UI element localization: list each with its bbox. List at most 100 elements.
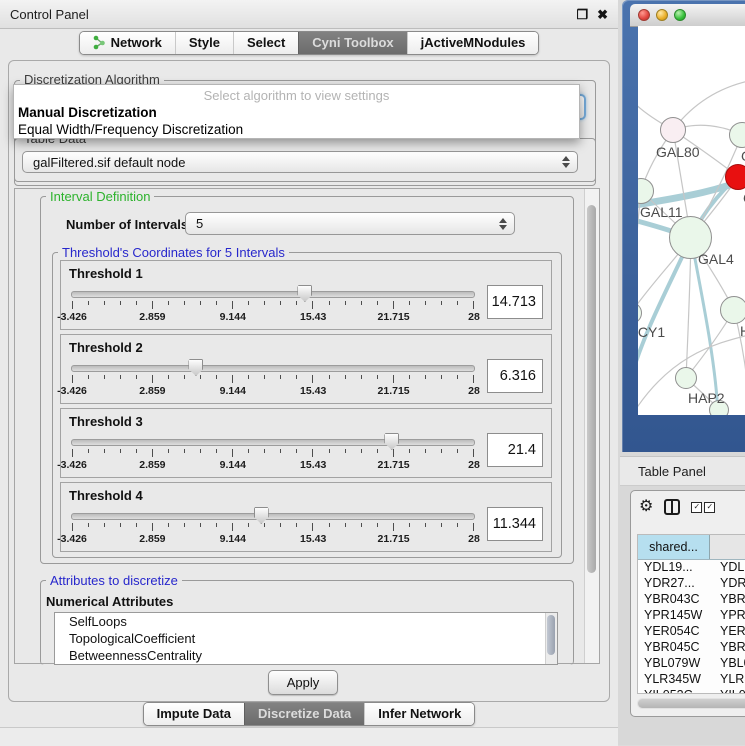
tab-infer-network-label: Infer Network: [378, 706, 461, 721]
threshold-row: Threshold 2 -3.426 2.859 9.144 15.43 21.…: [60, 334, 552, 404]
checkbox-checked-icon[interactable]: ✓: [704, 502, 715, 513]
table-row[interactable]: YBR045C YBR0: [638, 640, 745, 656]
slider-thumb[interactable]: [297, 285, 312, 302]
zoom-window-icon[interactable]: [674, 9, 686, 21]
tab-discretize-data[interactable]: Discretize Data: [244, 703, 364, 725]
slider-track[interactable]: [71, 365, 475, 372]
cell-shared-name: YIL052C: [638, 688, 710, 694]
split-columns-icon[interactable]: [664, 499, 680, 515]
slider-track[interactable]: [71, 513, 475, 520]
bottom-tab-bar: Impute Data Discretize Data Infer Networ…: [0, 702, 618, 726]
scale-tick-label: 9.144: [220, 385, 246, 397]
tab-jactivemnodules[interactable]: jActiveMNodules: [407, 32, 539, 54]
table-data-selected-value: galFiltered.sif default node: [33, 155, 185, 170]
list-item[interactable]: BetweennessCentrality: [55, 647, 557, 664]
numerical-attributes-list[interactable]: SelfLoops TopologicalCoefficient Between…: [54, 612, 558, 665]
threshold-value-field[interactable]: 11.344: [487, 507, 543, 541]
slider-track[interactable]: [71, 291, 475, 298]
close-window-icon[interactable]: [638, 9, 650, 21]
float-window-icon[interactable]: ❐: [576, 8, 588, 21]
scale-tick-label: 2.859: [139, 533, 165, 545]
slider-thumb[interactable]: [188, 359, 203, 376]
node-attribute-table[interactable]: shared... n YDL19... YDL1 YDR27... YDR2 …: [637, 534, 745, 694]
threshold-slider[interactable]: -3.426 2.859 9.144 15.43 21.715 28: [69, 431, 477, 475]
table-row[interactable]: YDR27... YDR2: [638, 576, 745, 592]
list-item[interactable]: SelfLoops: [55, 613, 557, 630]
column-checkboxes[interactable]: ✓ ✓: [691, 502, 715, 513]
node-label-partial-ga: GA: [741, 148, 745, 164]
cell-shared-name: YBR045C: [638, 640, 710, 656]
table-row[interactable]: YBL079W YBL0: [638, 656, 745, 672]
slider-track[interactable]: [71, 439, 475, 446]
threshold-value-field[interactable]: 14.713: [487, 285, 543, 319]
scrollbar-thumb[interactable]: [587, 205, 596, 573]
gear-icon[interactable]: ⚙: [639, 499, 653, 515]
node-label-partial-h: H: [740, 323, 745, 339]
scale-tick-label: 15.43: [300, 533, 326, 545]
scale-tick-label: 9.144: [220, 311, 246, 323]
scale-tick-label: 21.715: [378, 533, 410, 545]
table-panel: ⚙ ✓ ✓ shared... n YDL19... YDL1 YDR27...…: [630, 490, 745, 717]
cell-shared-name: YBR043C: [638, 592, 710, 608]
tab-select[interactable]: Select: [233, 32, 298, 54]
network-view-window[interactable]: GAL80 GAL11 GAL4 GCY1 HAP2 H GA C: [622, 0, 745, 452]
node-label-gal4: GAL4: [698, 251, 734, 267]
minimize-window-icon[interactable]: [656, 9, 668, 21]
threshold-slider[interactable]: -3.426 2.859 9.144 15.43 21.715 28: [69, 505, 477, 549]
scale-tick-label: 21.715: [378, 459, 410, 471]
slider-thumb[interactable]: [254, 507, 269, 524]
spinner-up-icon: [499, 218, 507, 223]
tab-style[interactable]: Style: [175, 32, 233, 54]
slider-ticks: [72, 301, 474, 309]
tab-network[interactable]: Network: [80, 32, 175, 54]
threshold-slider[interactable]: -3.426 2.859 9.144 15.43 21.715 28: [69, 283, 477, 327]
node-gal80[interactable]: [660, 117, 686, 143]
dropdown-option-manual-discretization[interactable]: Manual Discretization: [14, 104, 579, 121]
table-row[interactable]: YIL052C YIL0: [638, 688, 745, 694]
attributes-group-title: Attributes to discretize: [46, 573, 182, 588]
threshold-slider[interactable]: -3.426 2.859 9.144 15.43 21.715 28: [69, 357, 477, 401]
node-label-gcy1: GCY1: [638, 324, 665, 340]
dropdown-option-equal-width-frequency[interactable]: Equal Width/Frequency Discretization: [14, 121, 579, 138]
tab-impute-data[interactable]: Impute Data: [144, 703, 244, 725]
control-panel-titlebar: Control Panel ❐ ✖: [0, 0, 618, 29]
checkbox-checked-icon[interactable]: ✓: [691, 502, 702, 513]
list-item[interactable]: TopologicalCoefficient: [55, 630, 557, 647]
node-selected-red[interactable]: [725, 164, 745, 190]
tab-infer-network[interactable]: Infer Network: [364, 703, 474, 725]
cell-shared-name: YER054C: [638, 624, 710, 640]
scrollbar-thumb[interactable]: [638, 699, 745, 708]
column-header-shared-name[interactable]: shared...: [638, 535, 710, 559]
scale-tick-label: -3.426: [57, 385, 87, 397]
node-hap2[interactable]: [675, 367, 697, 389]
node-label-hap2: HAP2: [688, 390, 725, 406]
cell-name: YLR3: [710, 672, 745, 688]
table-row[interactable]: YBR043C YBR0: [638, 592, 745, 608]
right-column: GAL80 GAL11 GAL4 GCY1 HAP2 H GA C Table …: [618, 0, 745, 745]
number-of-intervals-combobox[interactable]: 5: [185, 212, 515, 235]
table-row[interactable]: YDL19... YDL1: [638, 560, 745, 576]
scale-tick-label: 2.859: [139, 459, 165, 471]
table-data-combobox[interactable]: galFiltered.sif default node: [22, 151, 578, 173]
panel-title: Control Panel: [10, 7, 89, 22]
tab-cyni-toolbox[interactable]: Cyni Toolbox: [298, 32, 406, 54]
scrollbar-thumb[interactable]: [547, 615, 555, 655]
scale-tick-label: 15.43: [300, 311, 326, 323]
list-scrollbar[interactable]: [545, 613, 557, 664]
table-row[interactable]: YPR145W YPR1: [638, 608, 745, 624]
table-row[interactable]: YLR345W YLR3: [638, 672, 745, 688]
table-horizontal-scrollbar[interactable]: [637, 698, 745, 709]
cell-shared-name: YLR345W: [638, 672, 710, 688]
column-header-name[interactable]: n: [710, 535, 745, 559]
apply-button[interactable]: Apply: [268, 670, 338, 695]
close-panel-icon[interactable]: ✖: [597, 8, 608, 21]
slider-thumb[interactable]: [384, 433, 399, 450]
tab-discretize-data-label: Discretize Data: [258, 706, 351, 721]
threshold-value-field[interactable]: 6.316: [487, 359, 543, 393]
threshold-label: Threshold 4: [69, 488, 543, 503]
threshold-value-field[interactable]: 21.4: [487, 433, 543, 467]
network-canvas[interactable]: GAL80 GAL11 GAL4 GCY1 HAP2 H GA C: [638, 26, 745, 415]
settings-vertical-scrollbar[interactable]: [584, 189, 599, 663]
node-right-edge[interactable]: [720, 296, 745, 324]
table-row[interactable]: YER054C YER0: [638, 624, 745, 640]
